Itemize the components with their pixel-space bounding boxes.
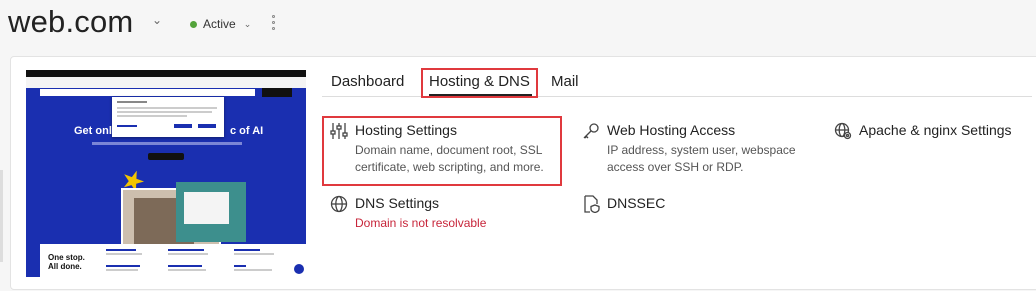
website-preview[interactable]: Get onl c of AI One stop. All done. bbox=[26, 70, 306, 277]
preview-heading-end: c of AI bbox=[230, 125, 264, 137]
key-icon bbox=[583, 123, 599, 139]
tool-apache-nginx-settings[interactable]: Apache & nginx Settings bbox=[834, 122, 1029, 146]
domain-title: web.com bbox=[8, 4, 134, 39]
chat-icon bbox=[294, 264, 304, 274]
tool-web-hosting-access[interactable]: Web Hosting Access IP address, system us… bbox=[582, 122, 822, 182]
tool-title[interactable]: DNSSEC bbox=[607, 195, 665, 211]
globe-icon bbox=[330, 195, 348, 213]
preview-tagline: One stop. All done. bbox=[48, 253, 85, 271]
more-options-icon[interactable] bbox=[270, 15, 276, 30]
left-edge-bar bbox=[0, 170, 3, 262]
tab-dashboard[interactable]: Dashboard bbox=[331, 73, 404, 90]
domain-switcher-chevron-icon[interactable]: ⌄ bbox=[152, 13, 162, 27]
tab-mail[interactable]: Mail bbox=[551, 73, 579, 90]
dns-status-warning: Domain is not resolvable bbox=[355, 216, 487, 230]
chevron-down-icon: ⌄ bbox=[243, 18, 252, 29]
status-label: Active bbox=[203, 17, 236, 31]
tool-dnssec[interactable]: DNSSEC bbox=[582, 195, 702, 219]
tool-description: Domain name, document root, SSL certific… bbox=[355, 143, 544, 174]
tool-title[interactable]: Web Hosting Access bbox=[607, 122, 735, 138]
globe-gear-icon bbox=[834, 122, 852, 140]
tool-title[interactable]: Apache & nginx Settings bbox=[859, 122, 1012, 138]
tool-hosting-settings[interactable]: Hosting Settings Domain name, document r… bbox=[330, 122, 565, 182]
sliders-icon bbox=[330, 123, 348, 139]
shield-file-icon bbox=[584, 195, 600, 213]
tool-dns-settings[interactable]: DNS Settings Domain is not resolvable bbox=[330, 195, 560, 235]
tool-description: IP address, system user, webspace access… bbox=[607, 143, 796, 174]
tool-title[interactable]: DNS Settings bbox=[355, 195, 439, 211]
preview-heading: Get onl bbox=[74, 125, 112, 137]
domain-header: web.com ⌄ Active ⌄ bbox=[0, 0, 1036, 52]
active-tab-indicator bbox=[429, 94, 532, 96]
preview-cookie-modal bbox=[112, 97, 224, 137]
status-dot-icon bbox=[190, 20, 197, 28]
tool-title[interactable]: Hosting Settings bbox=[355, 122, 457, 138]
tab-bar: Dashboard Hosting & DNS Mail bbox=[322, 70, 1032, 97]
tab-hosting-dns[interactable]: Hosting & DNS bbox=[429, 73, 530, 90]
status-dropdown[interactable]: Active ⌄ bbox=[190, 17, 251, 31]
